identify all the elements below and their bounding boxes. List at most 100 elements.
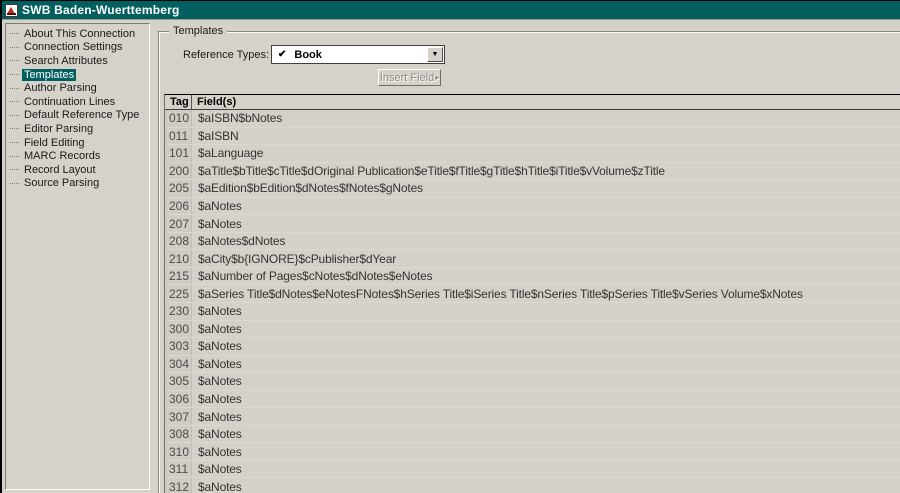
tag-cell: 311 <box>165 461 192 478</box>
tag-cell: 210 <box>165 250 192 267</box>
sidebar-item-editor-parsing[interactable]: Editor Parsing <box>6 122 149 136</box>
tree-branch-icon <box>10 128 19 129</box>
fields-cell: $aNotes <box>192 427 242 441</box>
check-icon: ✔ <box>278 49 286 60</box>
sidebar-item-about-this-connection[interactable]: About This Connection <box>6 27 149 41</box>
table-row[interactable]: 300$aNotes <box>165 321 900 339</box>
tree-branch-icon <box>10 88 19 89</box>
table-row[interactable]: 310$aNotes <box>165 443 900 461</box>
table-row[interactable]: 303$aNotes <box>165 338 900 356</box>
insert-field-button[interactable]: Insert Field▸ <box>378 69 441 86</box>
fields-cell: $aNotes <box>192 462 242 476</box>
table-header: Tag Field(s) <box>165 95 900 110</box>
tag-cell: 207 <box>165 215 192 232</box>
table-row[interactable]: 207$aNotes <box>165 215 900 233</box>
sidebar-item-search-attributes[interactable]: Search Attributes <box>6 54 149 68</box>
table-row[interactable]: 305$aNotes <box>165 373 900 391</box>
sidebar-item-label: Search Attributes <box>22 55 110 67</box>
sidebar-item-continuation-lines[interactable]: Continuation Lines <box>6 95 149 109</box>
tree-branch-icon <box>10 47 19 48</box>
fields-cell: $aISBN$bNotes <box>192 111 282 125</box>
table-row[interactable]: 230$aNotes <box>165 303 900 321</box>
tag-cell: 308 <box>165 426 192 443</box>
fields-cell: $aLanguage <box>192 146 263 160</box>
tag-cell: 215 <box>165 268 192 285</box>
sidebar-item-source-parsing[interactable]: Source Parsing <box>6 177 149 191</box>
tree-branch-icon <box>10 33 19 34</box>
sidebar-item-label: About This Connection <box>22 28 137 40</box>
dropdown-arrow-button[interactable]: ▼ <box>427 47 443 62</box>
table-row[interactable]: 312$aNotes <box>165 478 900 493</box>
sidebar-item-label: Connection Settings <box>22 41 124 53</box>
table-row[interactable]: 311$aNotes <box>165 461 900 479</box>
fields-cell: $aNotes <box>192 410 242 424</box>
fields-cell: $aNotes <box>192 199 242 213</box>
sidebar-item-label: Default Reference Type <box>22 109 141 121</box>
table-row[interactable]: 205$aEdition$bEdition$dNotes$fNotes$gNot… <box>165 180 900 198</box>
tag-cell: 200 <box>165 163 192 180</box>
table-row[interactable]: 304$aNotes <box>165 356 900 374</box>
tag-cell: 225 <box>165 285 192 302</box>
sidebar-item-default-reference-type[interactable]: Default Reference Type <box>6 109 149 123</box>
fields-cell: $aNotes <box>192 357 242 371</box>
sidebar-item-label: Author Parsing <box>22 82 99 94</box>
insert-field-label: Insert Field <box>380 72 434 84</box>
fields-cell: $aNotes <box>192 445 242 459</box>
tree-branch-icon <box>10 115 19 116</box>
table-row[interactable]: 306$aNotes <box>165 391 900 409</box>
sidebar-item-connection-settings[interactable]: Connection Settings <box>6 41 149 55</box>
table-row[interactable]: 101$aLanguage <box>165 145 900 163</box>
templates-group-label: Templates <box>169 25 227 37</box>
tag-cell: 307 <box>165 408 192 425</box>
fields-cell: $aNotes <box>192 322 242 336</box>
table-body: 010$aISBN$bNotes011$aISBN101$aLanguage20… <box>165 110 900 493</box>
fields-cell: $aNotes$dNotes <box>192 234 285 248</box>
tree-branch-icon <box>10 60 19 61</box>
table-row[interactable]: 225$aSeries Title$dNotes$eNotesFNotes$hS… <box>165 285 900 303</box>
tree-branch-icon <box>10 142 19 143</box>
connection-editor-window: SWB Baden-Wuerttemberg About This Connec… <box>0 0 900 493</box>
table-row[interactable]: 206$aNotes <box>165 198 900 216</box>
tag-cell: 205 <box>165 180 192 197</box>
tag-cell: 101 <box>165 145 192 162</box>
sidebar-item-marc-records[interactable]: MARC Records <box>6 149 149 163</box>
table-row[interactable]: 210$aCity$b{IGNORE}$cPublisher$dYear <box>165 250 900 268</box>
fields-cell: $aNumber of Pages$cNotes$dNotes$eNotes <box>192 269 432 283</box>
tag-cell: 310 <box>165 443 192 460</box>
sidebar-item-templates[interactable]: Templates <box>6 68 149 82</box>
column-header-tag: Tag <box>165 95 192 109</box>
sidebar-item-author-parsing[interactable]: Author Parsing <box>6 81 149 95</box>
fields-cell: $aNotes <box>192 392 242 406</box>
sidebar-item-label: Editor Parsing <box>22 123 95 135</box>
sidebar-item-label: Field Editing <box>22 137 87 149</box>
chevron-down-icon: ▼ <box>432 51 439 58</box>
fields-cell: $aTitle$bTitle$cTitle$dOriginal Publicat… <box>192 164 665 178</box>
app-icon[interactable] <box>5 4 18 17</box>
table-row[interactable]: 215$aNumber of Pages$cNotes$dNotes$eNote… <box>165 268 900 286</box>
tag-cell: 305 <box>165 373 192 390</box>
table-row[interactable]: 208$aNotes$dNotes <box>165 233 900 251</box>
sidebar-item-label: MARC Records <box>22 150 102 162</box>
titlebar[interactable]: SWB Baden-Wuerttemberg <box>2 1 900 20</box>
tag-cell: 208 <box>165 233 192 250</box>
reference-type-select[interactable]: ✔ Book ▼ <box>271 45 445 64</box>
tag-cell: 306 <box>165 391 192 408</box>
insert-field-arrow-icon: ▸ <box>435 73 439 82</box>
table-row[interactable]: 308$aNotes <box>165 426 900 444</box>
app-icon-base <box>7 13 16 15</box>
tree-branch-icon <box>10 101 19 102</box>
column-header-fields: Field(s) <box>192 96 236 108</box>
table-row[interactable]: 200$aTitle$bTitle$cTitle$dOriginal Publi… <box>165 163 900 181</box>
table-row[interactable]: 010$aISBN$bNotes <box>165 110 900 128</box>
sidebar-item-field-editing[interactable]: Field Editing <box>6 136 149 150</box>
table-row[interactable]: 011$aISBN <box>165 128 900 146</box>
tag-cell: 230 <box>165 303 192 320</box>
sidebar-item-label: Templates <box>22 69 76 81</box>
tree-branch-icon <box>10 74 19 75</box>
fields-cell: $aISBN <box>192 129 238 143</box>
sidebar-item-record-layout[interactable]: Record Layout <box>6 163 149 177</box>
table-row[interactable]: 307$aNotes <box>165 408 900 426</box>
templates-table: Tag Field(s) 010$aISBN$bNotes011$aISBN10… <box>164 94 900 493</box>
fields-cell: $aEdition$bEdition$dNotes$fNotes$gNotes <box>192 181 423 195</box>
tree-branch-icon <box>10 169 19 170</box>
